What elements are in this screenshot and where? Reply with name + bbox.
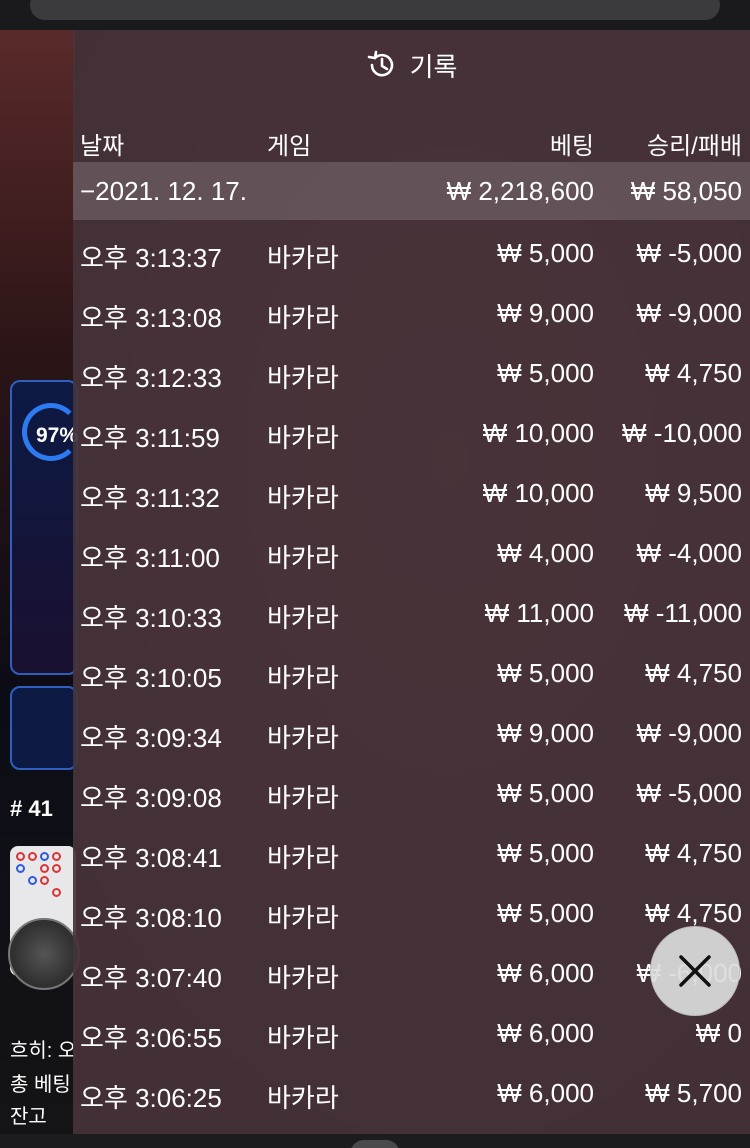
row-winloss: ₩ 9,500 [645, 478, 742, 508]
history-title: 기록 [409, 51, 458, 82]
row-time: 오후 3:08:41 [80, 843, 222, 873]
row-bet: ₩ 5,000 [497, 898, 594, 928]
row-winloss: ₩ 5,700 [645, 1078, 742, 1108]
row-bet: ₩ 5,000 [497, 358, 594, 388]
row-time: 오후 3:12:33 [80, 363, 222, 393]
history-clock-icon [366, 49, 398, 81]
row-bet: ₩ 4,000 [497, 538, 594, 568]
row-game: 바카라 [267, 603, 339, 633]
row-game: 바카라 [267, 243, 339, 273]
history-row[interactable]: 오후 3:12:33 바카라 ₩ 5,000 ₩ 4,750 [73, 344, 750, 404]
bottom-bar [0, 1134, 750, 1148]
row-winloss: ₩ 4,750 [645, 838, 742, 868]
row-game: 바카라 [267, 963, 339, 993]
bottom-handle [350, 1140, 400, 1148]
history-row[interactable]: 오후 3:10:05 바카라 ₩ 5,000 ₩ 4,750 [73, 644, 750, 704]
row-bet: ₩ 6,000 [497, 1078, 594, 1108]
row-time: 오후 3:11:59 [80, 423, 220, 453]
row-bet: ₩ 9,000 [497, 298, 594, 328]
row-time: 오후 3:11:00 [80, 543, 220, 573]
secondary-bet-panel[interactable] [10, 686, 78, 770]
history-row[interactable]: 오후 3:09:34 바카라 ₩ 9,000 ₩ -9,000 [73, 704, 750, 764]
column-game: 게임 [267, 133, 312, 160]
summary-winloss: ₩ 58,050 [630, 176, 742, 206]
row-game: 바카라 [267, 1023, 339, 1053]
row-game: 바카라 [267, 663, 339, 693]
row-time: 오후 3:07:40 [80, 963, 222, 993]
row-time: 오후 3:09:34 [80, 723, 222, 753]
row-game: 바카라 [267, 903, 339, 933]
close-button[interactable] [650, 926, 740, 1016]
row-winloss: ₩ 4,750 [645, 358, 742, 388]
round-number: # 41 [10, 796, 53, 821]
row-game: 바카라 [267, 843, 339, 873]
row-time: 오후 3:10:33 [80, 603, 222, 633]
row-time: 오후 3:06:55 [80, 1023, 222, 1053]
row-game: 바카라 [267, 363, 339, 393]
column-winloss: 승리/패배 [647, 133, 742, 160]
row-time: 오후 3:09:08 [80, 783, 222, 813]
history-row[interactable]: 오후 3:11:00 바카라 ₩ 4,000 ₩ -4,000 [73, 524, 750, 584]
row-bet: ₩ 6,000 [497, 958, 594, 988]
row-game: 바카라 [267, 483, 339, 513]
row-bet: ₩ 10,000 [482, 418, 594, 448]
row-bet: ₩ 11,000 [484, 598, 594, 628]
progress-percent: 97% [36, 424, 79, 447]
row-winloss: ₩ -5,000 [636, 778, 743, 808]
row-bet: ₩ 10,000 [482, 478, 594, 508]
history-row[interactable]: 오후 3:10:33 바카라 ₩ 11,000 ₩ -11,000 [73, 584, 750, 644]
row-winloss: ₩ 4,750 [645, 898, 742, 928]
date-summary-row[interactable]: −2021. 12. 17. ₩ 2,218,600 ₩ 58,050 [73, 162, 750, 220]
history-row[interactable]: 오후 3:13:08 바카라 ₩ 9,000 ₩ -9,000 [73, 284, 750, 344]
row-bet: ₩ 5,000 [497, 658, 594, 688]
address-pill [30, 0, 720, 20]
row-bet: ₩ 5,000 [497, 238, 594, 268]
history-row[interactable]: 오후 3:09:08 바카라 ₩ 5,000 ₩ -5,000 [73, 764, 750, 824]
row-game: 바카라 [267, 723, 339, 753]
row-winloss: ₩ -9,000 [636, 718, 743, 748]
row-game: 바카라 [267, 1083, 339, 1113]
row-time: 오후 3:13:37 [80, 243, 222, 273]
row-winloss: ₩ -10,000 [622, 418, 742, 448]
row-time: 오후 3:13:08 [80, 303, 222, 333]
row-winloss: ₩ -9,000 [636, 298, 743, 328]
history-header: 기록 [73, 30, 750, 100]
row-bet: ₩ 6,000 [497, 1018, 594, 1048]
row-winloss: ₩ -11,000 [623, 598, 742, 628]
row-bet: ₩ 5,000 [497, 778, 594, 808]
row-winloss: ₩ -4,000 [636, 538, 743, 568]
history-row[interactable]: 오후 3:08:10 바카라 ₩ 5,000 ₩ 4,750 [73, 884, 750, 944]
history-row[interactable]: 오후 3:11:32 바카라 ₩ 10,000 ₩ 9,500 [73, 464, 750, 524]
history-panel: 기록 날짜 게임 베팅 승리/패배 −2021. 12. 17. ₩ 2,218… [73, 30, 750, 1134]
column-date: 날짜 [80, 133, 125, 160]
row-time: 오후 3:10:05 [80, 663, 222, 693]
bottom-line-1: 흐히: 오 [10, 1040, 77, 1062]
row-winloss: ₩ -5,000 [636, 238, 743, 268]
history-row[interactable]: 오후 3:11:59 바카라 ₩ 10,000 ₩ -10,000 [73, 404, 750, 464]
row-game: 바카라 [267, 303, 339, 333]
summary-date: −2021. 12. 17. [80, 176, 247, 206]
row-game: 바카라 [267, 423, 339, 453]
history-row[interactable]: 오후 3:06:55 바카라 ₩ 6,000 ₩ 0 [73, 1004, 750, 1064]
top-bar [0, 0, 750, 30]
row-game: 바카라 [267, 543, 339, 573]
row-time: 오후 3:08:10 [80, 903, 222, 933]
row-bet: ₩ 9,000 [497, 718, 594, 748]
row-winloss: ₩ 4,750 [645, 658, 742, 688]
row-game: 바카라 [267, 783, 339, 813]
total-bet-label: 총 베팅 [10, 1074, 71, 1096]
balance-label: 잔고 [10, 1106, 47, 1128]
row-time: 오후 3:06:25 [80, 1083, 222, 1113]
history-row[interactable]: 오후 3:07:40바카라₩ 6,000₩ -6,000 [73, 944, 750, 1004]
close-icon [679, 955, 711, 987]
row-bet: ₩ 5,000 [497, 838, 594, 868]
history-row[interactable]: 오후 3:13:37 바카라 ₩ 5,000 ₩ -5,000 [73, 224, 750, 284]
history-row[interactable]: 오후 3:08:41 바카라 ₩ 5,000 ₩ 4,750 [73, 824, 750, 884]
row-time: 오후 3:11:32 [80, 483, 220, 513]
history-row[interactable]: 오후 3:06:25 바카라 ₩ 6,000 ₩ 5,700 [73, 1064, 750, 1124]
summary-bet: ₩ 2,218,600 [446, 176, 594, 206]
row-winloss: ₩ 0 [695, 1018, 742, 1048]
chip-stack[interactable] [8, 918, 80, 990]
column-bet: 베팅 [549, 133, 594, 160]
